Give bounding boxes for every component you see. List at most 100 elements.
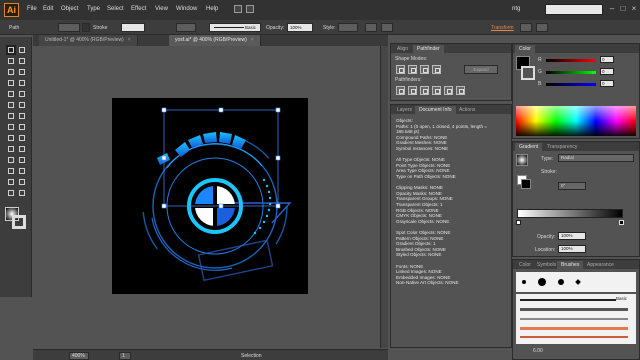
arrange-button[interactable] — [520, 23, 532, 32]
direct-selection-tool[interactable] — [17, 45, 27, 55]
menu-effect[interactable]: Effect — [131, 6, 146, 12]
b-value[interactable]: 0 — [600, 80, 614, 87]
paintbrush-tool[interactable] — [6, 89, 16, 99]
stroke-color-swatch[interactable] — [12, 215, 26, 229]
minus-front-button[interactable] — [408, 65, 417, 74]
scale-tool[interactable] — [17, 111, 27, 121]
close-icon[interactable]: × — [128, 37, 131, 43]
menu-select[interactable]: Select — [107, 6, 124, 12]
gradient-thumbnail[interactable] — [516, 154, 528, 166]
maximize-icon[interactable]: □ — [618, 4, 628, 14]
tab-layers[interactable]: Layers — [393, 106, 416, 114]
brush-definition-select[interactable]: Basic — [209, 23, 261, 32]
slice-tool[interactable] — [17, 177, 27, 187]
r-slider[interactable] — [546, 59, 596, 62]
r-value[interactable]: 0 — [600, 56, 614, 63]
rotate-tool[interactable] — [6, 111, 16, 121]
gradient-tool[interactable] — [17, 144, 27, 154]
tab-align[interactable]: Align — [393, 45, 412, 53]
gradient-slider[interactable] — [517, 209, 623, 218]
brush-thumbnails[interactable] — [516, 272, 636, 292]
minus-back-button[interactable] — [456, 86, 465, 95]
pen-tool[interactable] — [6, 67, 16, 77]
lasso-tool[interactable] — [17, 56, 27, 66]
line-tool[interactable] — [6, 78, 16, 88]
tab-transparency[interactable]: Transparency — [543, 143, 581, 151]
b-slider[interactable] — [546, 83, 596, 86]
minimize-icon[interactable]: – — [607, 4, 617, 14]
tab-untitled-1[interactable]: Untitled-1* @ 400% (RGB/Preview) × — [39, 35, 138, 46]
stroke-swatch[interactable] — [521, 66, 535, 80]
column-graph-tool[interactable] — [17, 166, 27, 176]
tab-pathfinder[interactable]: Pathfinder — [413, 45, 444, 53]
status-tool-label[interactable]: Selection — [241, 353, 262, 359]
menu-file[interactable]: File — [27, 6, 37, 12]
free-transform-tool[interactable] — [17, 122, 27, 132]
expand-button[interactable]: Expand — [464, 65, 498, 74]
color-spectrum[interactable] — [516, 106, 636, 136]
mesh-tool[interactable] — [6, 144, 16, 154]
gradient-stop-end[interactable] — [619, 220, 624, 225]
stroke-weight-field[interactable] — [121, 23, 145, 32]
transform-link[interactable]: Transform — [491, 25, 514, 31]
g-slider[interactable] — [546, 71, 596, 74]
merge-button[interactable] — [420, 86, 429, 95]
opacity-field[interactable]: 100% — [558, 232, 586, 240]
intersect-button[interactable] — [420, 65, 429, 74]
hand-tool[interactable] — [6, 188, 16, 198]
blend-tool[interactable] — [17, 155, 27, 165]
brush-list[interactable]: Basic — [516, 294, 636, 344]
type-tool[interactable] — [17, 67, 27, 77]
gradient-stroke-swatch[interactable] — [521, 179, 531, 189]
symbol-sprayer-tool[interactable] — [6, 166, 16, 176]
gradient-stop-start[interactable] — [516, 220, 521, 225]
recolor-button[interactable] — [365, 23, 377, 32]
tab-yosf[interactable]: yosf.ai* @ 400% (RGB/Preview) × — [169, 35, 261, 46]
unite-button[interactable] — [396, 65, 405, 74]
trim-button[interactable] — [408, 86, 417, 95]
magic-wand-tool[interactable] — [6, 56, 16, 66]
menu-type[interactable]: Type — [87, 6, 100, 12]
perspective-grid-tool[interactable] — [17, 133, 27, 143]
pencil-tool[interactable] — [17, 89, 27, 99]
stroke-swatch[interactable] — [82, 23, 90, 32]
tab-appearance[interactable]: Appearance — [583, 261, 618, 269]
tab-brushes[interactable]: Brushes — [557, 261, 584, 269]
align-button[interactable] — [381, 23, 393, 32]
tab-actions[interactable]: Actions — [455, 106, 479, 114]
artboard-tool[interactable] — [6, 177, 16, 187]
tab-gradient[interactable]: Gradient — [515, 143, 543, 151]
menu-edit[interactable]: Edit — [43, 6, 53, 12]
tab-document-info[interactable]: Document Info — [415, 106, 456, 114]
eyedropper-tool[interactable] — [6, 155, 16, 165]
bridge-icons[interactable] — [234, 5, 264, 15]
tab-color[interactable]: Color — [515, 261, 535, 269]
menu-window[interactable]: Window — [176, 6, 197, 12]
workspace-label[interactable]: ntg — [512, 6, 520, 12]
artboard-number-field[interactable]: 1 — [119, 352, 131, 360]
style-select[interactable] — [338, 23, 358, 32]
shape-builder-tool[interactable] — [6, 133, 16, 143]
close-icon[interactable]: × — [251, 37, 254, 43]
menu-view[interactable]: View — [155, 6, 168, 12]
zoom-field[interactable]: 400% — [69, 352, 89, 360]
fill-selector[interactable] — [58, 23, 80, 32]
tab-color[interactable]: Color — [515, 45, 535, 53]
width-tool[interactable] — [6, 122, 16, 132]
crop-button[interactable] — [432, 86, 441, 95]
divide-button[interactable] — [396, 86, 405, 95]
angle-field[interactable]: 0° — [558, 182, 586, 190]
opacity-field[interactable]: 100% — [287, 23, 313, 32]
g-value[interactable]: 0 — [600, 68, 614, 75]
close-icon[interactable]: × — [629, 4, 639, 14]
panel-menu-button[interactable] — [536, 23, 548, 32]
menu-object[interactable]: Object — [61, 6, 78, 12]
eraser-tool[interactable] — [17, 100, 27, 110]
artwork[interactable] — [112, 98, 308, 294]
exclude-button[interactable] — [432, 65, 441, 74]
search-input[interactable] — [545, 4, 603, 15]
selection-tool[interactable] — [6, 45, 16, 55]
gradient-type-select[interactable]: Radial — [558, 154, 634, 162]
menu-help[interactable]: Help — [206, 6, 218, 12]
rectangle-tool[interactable] — [17, 78, 27, 88]
